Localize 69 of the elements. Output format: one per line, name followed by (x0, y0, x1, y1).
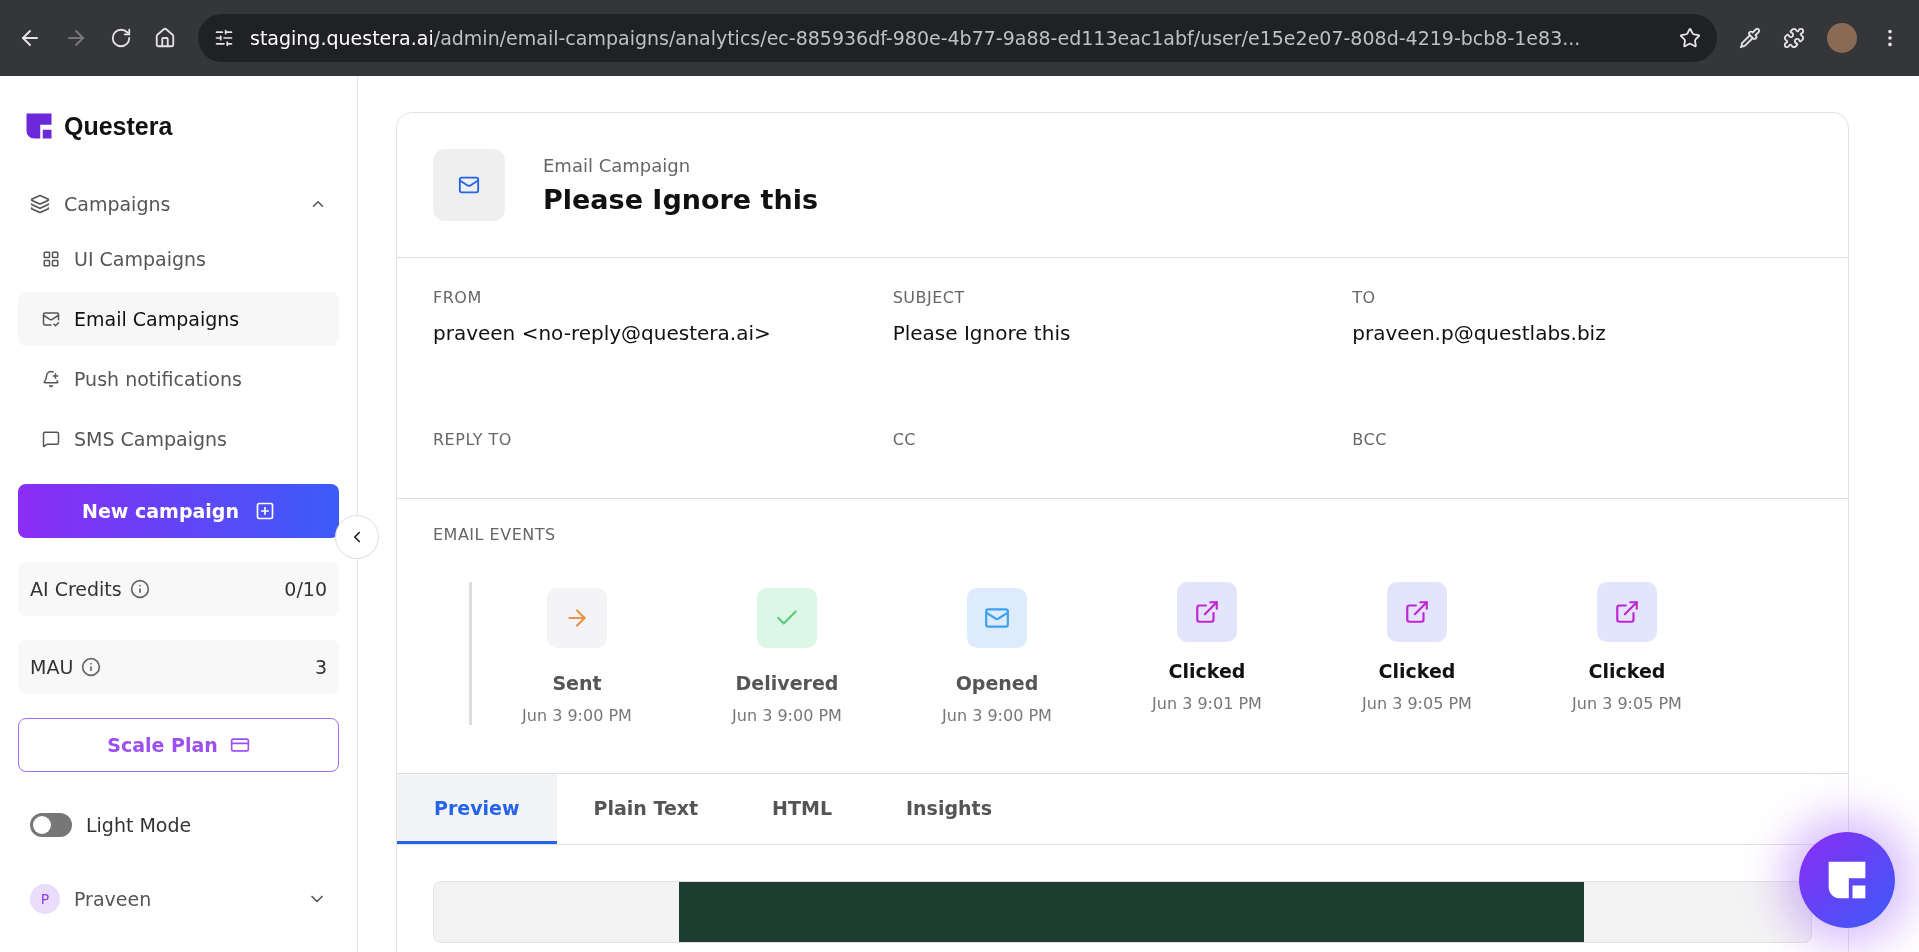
external-link-icon (1404, 599, 1430, 625)
url-text: staging.questera.ai/admin/email-campaigns/analytics/ec-885936df-980e-4b77-9a88-ed113eac1abf/user/e15e2e07-808d-4219-bcb8-1e83... (250, 27, 1581, 49)
sidebar-nav-item[interactable]: Push notifications (18, 352, 339, 406)
user-initial-avatar: P (30, 884, 60, 914)
stat-value: 3 (314, 656, 327, 678)
campaign-title: Please Ignore this (543, 184, 818, 215)
sidebar-nav-item[interactable]: UI Campaigns (18, 232, 339, 286)
event-label: Clicked (1168, 660, 1246, 682)
field-value: Please Ignore this (892, 321, 1072, 345)
field-label: CC (892, 430, 917, 449)
event-time: Jun 3 9:05 PM (1572, 694, 1682, 713)
sidebar-nav-item[interactable]: SMS Campaigns (18, 412, 339, 466)
field-value: praveen <no-reply@questera.ai> (433, 321, 772, 345)
stat-label: MAU (30, 656, 74, 678)
event-time: Jun 3 9:01 PM (1152, 694, 1262, 713)
profile-avatar[interactable] (1827, 23, 1857, 53)
event-label: Delivered (735, 672, 839, 694)
field-label: SUBJECT (892, 288, 966, 307)
envelope-icon (984, 605, 1010, 631)
brand-name: Questera (64, 111, 173, 141)
event-label: Opened (955, 672, 1039, 694)
plus-square-icon (254, 501, 275, 521)
campaigns-nav-group[interactable]: Campaigns (18, 176, 339, 232)
user-menu[interactable]: P Praveen (18, 872, 339, 926)
content-tab[interactable]: HTML (735, 774, 869, 844)
reload-button[interactable] (110, 27, 132, 49)
info-icon[interactable] (129, 579, 150, 599)
theme-toggle[interactable] (30, 813, 72, 837)
event-time: Jun 3 9:00 PM (522, 706, 632, 725)
credit-card-icon (229, 735, 250, 755)
push-campaign-icon (42, 370, 60, 388)
field-value: praveen.p@questlabs.biz (1352, 321, 1607, 345)
new-campaign-button[interactable]: New campaign (18, 484, 339, 538)
event-label: Clicked (1378, 660, 1456, 682)
content-tab[interactable]: Insights (869, 774, 1029, 844)
collapse-sidebar-button[interactable] (335, 515, 379, 559)
event-time: Jun 3 9:00 PM (942, 706, 1052, 725)
brand-logo-icon (24, 111, 54, 141)
external-link-icon (1194, 599, 1220, 625)
theme-toggle-label: Light Mode (86, 814, 192, 836)
bookmark-star-icon[interactable] (1679, 27, 1701, 49)
stat-label: AI Credits (30, 578, 122, 600)
email-campaign-icon (42, 310, 60, 328)
layers-icon (30, 194, 50, 214)
content-tab[interactable]: Plain Text (556, 774, 736, 844)
external-link-icon (1614, 599, 1640, 625)
site-settings-icon[interactable] (214, 28, 234, 48)
extensions-icon[interactable] (1783, 27, 1805, 49)
field-label: FROM (433, 288, 483, 307)
content-tab[interactable]: Preview (397, 774, 557, 844)
field-label: REPLY TO (433, 430, 513, 449)
field-label: BCC (1352, 430, 1388, 449)
event-label: Sent (552, 672, 602, 694)
sms-campaign-icon (42, 430, 60, 448)
info-icon[interactable] (81, 657, 102, 677)
stat-value: 0/10 (284, 578, 327, 600)
address-bar[interactable]: staging.questera.ai/admin/email-campaigns/analytics/ec-885936df-980e-4b77-9a88-ed113eac1abf/user/e15e2e07-808d-4219-bcb8-1e83... (198, 14, 1717, 62)
event-time: Jun 3 9:00 PM (732, 706, 842, 725)
scale-plan-button[interactable]: Scale Plan (18, 718, 339, 772)
field-label: TO (1352, 288, 1377, 307)
home-button[interactable] (154, 27, 176, 49)
campaign-type: Email Campaign (543, 155, 692, 176)
event-label: Clicked (1588, 660, 1666, 682)
ui-campaign-icon (42, 250, 60, 268)
sidebar-nav-item[interactable]: Email Campaigns (18, 292, 339, 346)
eyedropper-icon[interactable] (1739, 27, 1761, 49)
event-time: Jun 3 9:05 PM (1362, 694, 1472, 713)
envelope-icon (458, 174, 480, 196)
section-title: EMAIL EVENTS (433, 525, 557, 544)
